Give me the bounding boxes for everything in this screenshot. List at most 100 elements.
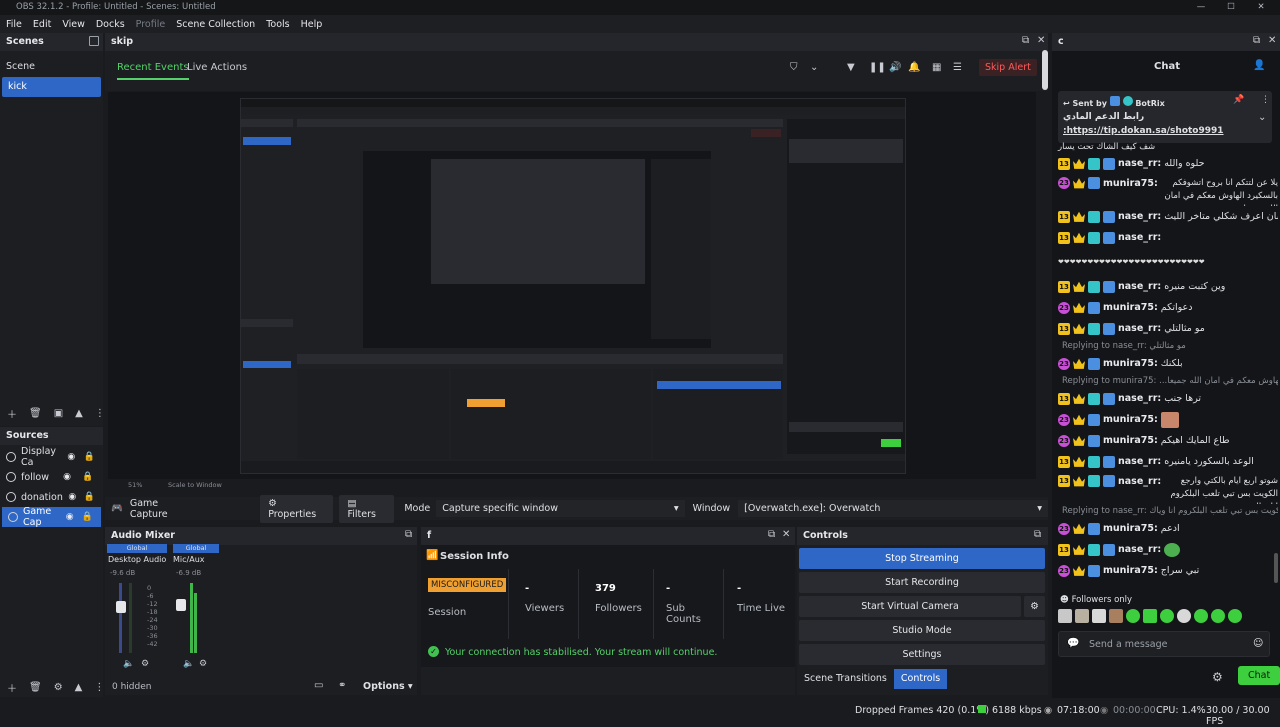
shield-icon[interactable]: ⛉ [790, 62, 798, 73]
float-icon[interactable] [89, 36, 99, 46]
zoom-level[interactable]: 51% [128, 481, 142, 489]
float-icon[interactable]: ⧉ [1253, 35, 1260, 46]
add-icon[interactable]: ＋ [7, 680, 17, 695]
filter-icon[interactable]: ▣ [54, 408, 63, 419]
ch2-global[interactable]: Global [173, 544, 219, 553]
menu-docks[interactable]: Docks [96, 19, 125, 30]
close-icon[interactable]: ✕ [1037, 35, 1045, 46]
pause-icon[interactable]: ❚❚ [869, 62, 886, 73]
tab-recent-events[interactable]: Recent Events [117, 62, 189, 73]
chat-send-button[interactable]: Chat [1238, 666, 1280, 685]
lock-icon[interactable]: 🔒 [81, 472, 95, 482]
lock-icon[interactable]: 🔒 [84, 452, 95, 462]
filter-icon[interactable]: ▼ [847, 62, 855, 73]
viewers-value: - [525, 583, 530, 594]
menu-edit[interactable]: Edit [33, 19, 51, 30]
options-button[interactable]: Options ▾ [363, 681, 413, 692]
source-item[interactable]: follow ◉ 🔒 [0, 467, 103, 487]
speaker-icon[interactable]: 🔈 [123, 659, 134, 669]
list-view-icon[interactable]: ☰ [953, 62, 962, 73]
scale-mode[interactable]: Scale to Window [168, 481, 222, 489]
window-title-bar: OBS 32.1.2 - Profile: Untitled - Scenes:… [0, 0, 1280, 15]
mode-dropdown[interactable]: Capture specific window ▾ [436, 500, 685, 517]
properties-button[interactable]: ⚙ Properties [260, 494, 334, 523]
db-scale: 0 -6 -12 -18 -24 -30 -36 -42 [147, 584, 158, 648]
chevron-down-icon[interactable]: ⌄ [1258, 112, 1266, 123]
maximize-icon[interactable]: ☐ [1220, 0, 1242, 15]
float-icon[interactable]: ⧉ [405, 529, 412, 540]
source-item-selected[interactable]: Game Cap ◉ 🔒 [2, 506, 101, 528]
link-icon[interactable]: ⚭ [338, 680, 346, 691]
more-icon[interactable]: ⋮ [1261, 95, 1270, 105]
filters-button[interactable]: ▤ Filters [339, 494, 395, 523]
gear-icon[interactable]: ⚙ [141, 659, 149, 669]
minimize-icon[interactable]: — [1190, 0, 1212, 15]
menu-help[interactable]: Help [301, 19, 323, 30]
move-up-icon[interactable]: ▲ [75, 408, 83, 419]
more-icon[interactable]: ⋮ [94, 682, 104, 693]
add-icon[interactable]: ＋ [7, 406, 17, 421]
skip-alert-button[interactable]: Skip Alert [979, 59, 1037, 76]
lock-icon[interactable]: 🔒 [84, 492, 95, 502]
settings-button[interactable]: Settings [799, 644, 1045, 665]
more-icon[interactable]: ⋮ [95, 408, 105, 419]
window-dropdown[interactable]: [Overwatch.exe]: Overwatch ▾ [738, 500, 1048, 517]
menu-profile[interactable]: Profile [136, 19, 166, 30]
eye-icon[interactable]: ◉ [68, 492, 77, 502]
gear-icon[interactable]: ⚙ [199, 659, 207, 669]
pinned-link[interactable]: :https://tip.dokan.sa/shoto9991 [1063, 126, 1224, 136]
users-icon[interactable]: 👤 [1253, 60, 1265, 71]
hidden-count[interactable]: 0 hidden [112, 682, 151, 692]
float-icon[interactable]: ⧉ [768, 529, 775, 540]
eye-icon[interactable]: ◉ [60, 472, 74, 482]
speaker-icon[interactable]: 🔈 [183, 659, 194, 669]
lock-icon[interactable]: 🔒 [82, 512, 93, 522]
session-heading: Session Info [440, 551, 509, 562]
menu-view[interactable]: View [62, 19, 85, 30]
move-up-icon[interactable]: ▲ [75, 682, 83, 693]
eye-icon[interactable]: ◉ [65, 512, 75, 522]
chat-dock-title: c [1052, 33, 1280, 51]
scrollbar[interactable] [1274, 553, 1278, 583]
ch1-global[interactable]: Global [107, 544, 167, 553]
trash-icon[interactable]: 🗑 [29, 682, 42, 693]
source-item[interactable]: donation ◉ 🔒 [0, 487, 103, 507]
gear-icon[interactable]: ⚙ [1024, 596, 1045, 617]
grid-view-icon[interactable]: ▦ [932, 62, 941, 73]
start-virtual-camera-button[interactable]: Start Virtual Camera [799, 596, 1021, 617]
eye-icon[interactable]: ◉ [66, 452, 77, 462]
menu-file[interactable]: File [6, 19, 22, 30]
chevron-down-icon[interactable]: ⌄ [810, 62, 818, 73]
tab-controls[interactable]: Controls [893, 669, 948, 689]
gear-icon[interactable]: ⚙ [1212, 670, 1223, 684]
stop-streaming-button[interactable]: Stop Streaming [799, 548, 1045, 569]
tab-live-actions[interactable]: Live Actions [187, 62, 247, 73]
menu-scene-collection[interactable]: Scene Collection [176, 19, 255, 30]
trash-icon[interactable]: 🗑 [29, 408, 42, 419]
layout-icon[interactable]: ▭ [314, 680, 323, 691]
chat-input[interactable]: 💬 Send a message ☺ [1058, 631, 1270, 657]
emoji-icon[interactable]: ☺ [1253, 638, 1263, 649]
pin-icon[interactable]: 📌 [1233, 95, 1244, 105]
scene-item-selected[interactable]: kick [2, 77, 101, 97]
close-icon[interactable]: ✕ [1250, 0, 1272, 15]
volume-slider[interactable] [116, 601, 126, 613]
tab-scene-transitions[interactable]: Scene Transitions [797, 669, 894, 689]
menu-tools[interactable]: Tools [266, 19, 289, 30]
float-icon[interactable]: ⧉ [1022, 35, 1029, 46]
gear-icon[interactable]: ⚙ [54, 682, 63, 693]
scrollbar[interactable] [1042, 50, 1048, 90]
close-icon[interactable]: ✕ [782, 529, 790, 540]
scenes-dock: Scenes Scene kick [0, 33, 103, 426]
scene-item[interactable]: Scene [0, 57, 103, 77]
studio-mode-button[interactable]: Studio Mode [799, 620, 1045, 641]
source-item[interactable]: Display Ca ◉ 🔒 [0, 446, 103, 468]
preview-canvas[interactable] [108, 92, 1036, 479]
viewers-label: Viewers [525, 603, 565, 614]
volume-icon[interactable]: 🔊 [889, 62, 901, 73]
float-icon[interactable]: ⧉ [1034, 529, 1041, 540]
close-icon[interactable]: ✕ [1268, 35, 1276, 46]
bell-icon[interactable]: 🔔 [908, 62, 920, 73]
start-recording-button[interactable]: Start Recording [799, 572, 1045, 593]
volume-slider[interactable] [176, 599, 186, 611]
